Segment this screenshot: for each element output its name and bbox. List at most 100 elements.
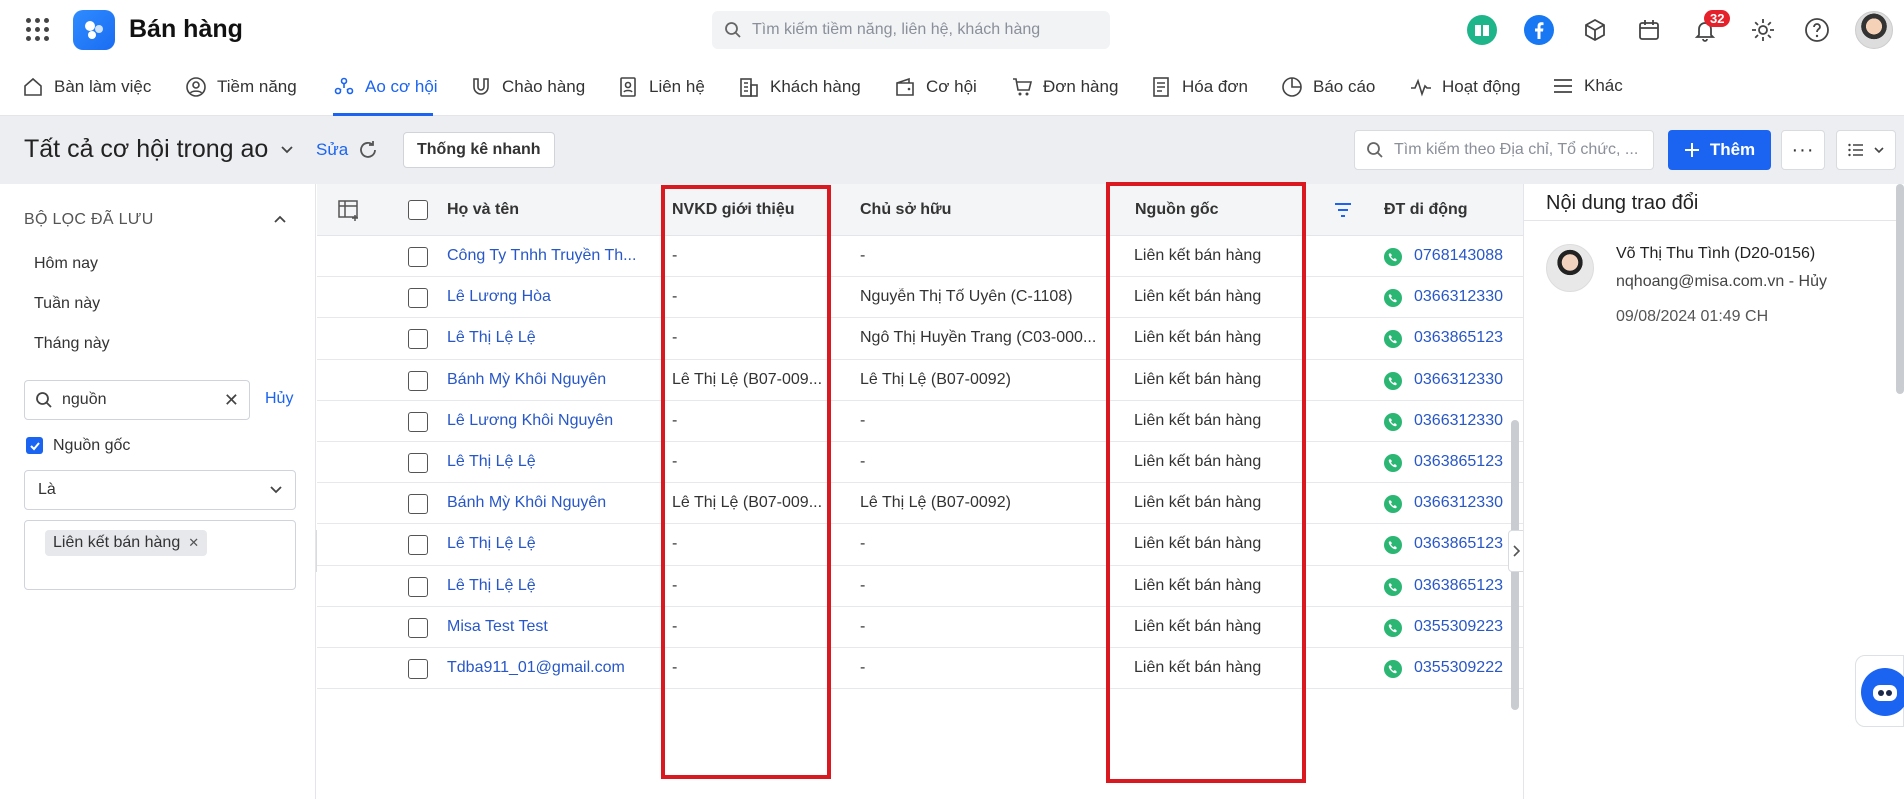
phone-icon[interactable] [1384, 660, 1402, 678]
pool-search-input[interactable] [1394, 141, 1649, 159]
facebook-icon[interactable] [1524, 15, 1554, 45]
table-row[interactable]: Lê Lương Hòa - Nguyễn Thị Tố Uyên (C-1108)… [317, 277, 1523, 319]
more-actions-button[interactable]: ··· [1781, 130, 1825, 170]
phone-icon[interactable] [1384, 371, 1402, 390]
user-avatar[interactable] [1855, 11, 1893, 49]
row-checkbox[interactable] [408, 576, 428, 597]
cell-name[interactable]: Lê Thị Lệ Lệ [447, 453, 647, 471]
nav-item-customers[interactable]: Khách hàng [738, 76, 861, 98]
table-row[interactable]: Misa Test Test - - Liên kết bán hàng 0355309… [317, 607, 1523, 648]
filter-field-search[interactable]: ✕ [24, 380, 250, 420]
calendar-icon[interactable] [1634, 15, 1664, 45]
table-row[interactable]: Lê Thị Lệ Lệ - - Liên kết bán hàng 036386512… [317, 524, 1523, 566]
cell-name[interactable]: Lê Thị Lệ Lệ [447, 577, 647, 595]
refresh-icon[interactable] [357, 139, 379, 161]
cell-mobile[interactable]: 0363865123 [1414, 577, 1509, 595]
chevron-down-icon[interactable] [279, 142, 295, 158]
phone-icon[interactable] [1384, 536, 1402, 555]
saved-filter-item[interactable]: Tháng này [34, 335, 110, 353]
pool-search[interactable] [1354, 130, 1654, 170]
nav-item-invoices[interactable]: Hóa đơn [1150, 76, 1248, 98]
nav-item-leads[interactable]: Tiềm năng [185, 76, 297, 98]
row-checkbox[interactable] [408, 659, 428, 679]
cell-mobile[interactable]: 0363865123 [1414, 453, 1509, 471]
cancel-filter-link[interactable]: Hủy [265, 390, 293, 408]
app-logo[interactable] [73, 10, 115, 50]
book-icon[interactable] [1467, 15, 1497, 45]
nav-item-reports[interactable]: Báo cáo [1281, 76, 1375, 98]
nav-item-activities[interactable]: Hoạt động [1410, 76, 1520, 98]
collapse-right-panel-button[interactable] [1508, 530, 1524, 572]
table-row[interactable]: Lê Thị Lệ Lệ - Ngô Thị Huyền Trang (C03-00… [317, 318, 1523, 360]
saved-filter-item[interactable]: Tuần này [34, 295, 100, 313]
row-checkbox[interactable] [408, 494, 428, 515]
cell-name[interactable]: Bánh Mỳ Khôi Nguyên [447, 494, 647, 512]
view-mode-button[interactable] [1836, 130, 1896, 170]
cell-name[interactable]: Lê Lương Hòa [447, 288, 647, 306]
chevron-up-icon[interactable] [272, 211, 288, 227]
table-row[interactable]: Bánh Mỳ Khôi Nguyên Lê Thị Lệ (B07-009...… [317, 360, 1523, 401]
cell-name[interactable]: Bánh Mỳ Khôi Nguyên [447, 371, 647, 389]
edit-view-link[interactable]: Sửa [316, 140, 348, 160]
cell-mobile[interactable]: 0355309223 [1414, 618, 1509, 636]
app-grid-icon[interactable] [26, 18, 50, 42]
add-button[interactable]: Thêm [1668, 130, 1771, 170]
nav-item-offers[interactable]: Chào hàng [470, 76, 585, 98]
row-checkbox[interactable] [408, 247, 428, 267]
cell-name[interactable]: Misa Test Test [447, 618, 647, 636]
global-search[interactable] [712, 11, 1110, 49]
row-checkbox[interactable] [408, 329, 428, 350]
cell-mobile[interactable]: 0363865123 [1414, 329, 1509, 347]
cell-mobile[interactable]: 0363865123 [1414, 535, 1509, 553]
column-header-mobile[interactable]: ĐT di động [1384, 201, 1468, 219]
package-search-icon[interactable] [1580, 15, 1610, 45]
table-row[interactable]: Lê Lương Khôi Nguyên - - Liên kết bán hàng 0… [317, 401, 1523, 442]
remove-chip-icon[interactable]: ✕ [188, 535, 199, 551]
column-header-referrer[interactable]: NVKD giới thiệu [672, 201, 794, 219]
filter-value-box[interactable]: Liên kết bán hàng ✕ [24, 520, 296, 590]
cell-mobile[interactable]: 0768143088 [1414, 247, 1509, 265]
saved-filter-item[interactable]: Hôm nay [34, 255, 98, 273]
filter-field-search-input[interactable] [62, 391, 212, 409]
nav-item-contacts[interactable]: Liên hệ [617, 76, 705, 98]
row-checkbox[interactable] [408, 411, 428, 432]
column-settings-icon[interactable] [337, 198, 361, 222]
quick-stats-button[interactable]: Thống kê nhanh [403, 132, 555, 168]
table-row[interactable]: Tdba911_01@gmail.com - - Liên kết bán hàng 0… [317, 648, 1523, 690]
field-checkbox[interactable] [26, 437, 43, 454]
row-checkbox[interactable] [408, 617, 428, 638]
nav-item-workspace[interactable]: Bàn làm việc [22, 76, 151, 98]
phone-icon[interactable] [1384, 412, 1402, 431]
select-all-checkbox[interactable] [408, 200, 428, 220]
cell-mobile[interactable]: 0366312330 [1414, 288, 1509, 306]
phone-icon[interactable] [1384, 618, 1402, 637]
phone-icon[interactable] [1384, 454, 1402, 472]
phone-icon[interactable] [1384, 495, 1402, 514]
nav-item-opportunity-pool[interactable]: Ao cơ hội [333, 76, 438, 98]
row-checkbox[interactable] [408, 535, 428, 556]
table-row[interactable]: Lê Thị Lệ Lệ - - Liên kết bán hàng 036386512… [317, 566, 1523, 607]
operator-select[interactable]: Là [24, 470, 296, 510]
global-search-input[interactable] [752, 21, 1092, 39]
table-row[interactable]: Công Ty Tnhh Truyền Th... - - Liên kết bán … [317, 236, 1523, 278]
panel-scrollbar[interactable] [1896, 184, 1904, 394]
row-checkbox[interactable] [408, 288, 428, 309]
help-icon[interactable] [1802, 15, 1832, 45]
column-header-name[interactable]: Họ và tên [447, 201, 519, 219]
column-header-source[interactable]: Nguồn gốc [1135, 201, 1219, 219]
cell-name[interactable]: Lê Thị Lệ Lệ [447, 535, 647, 553]
cell-name[interactable]: Tdba911_01@gmail.com [447, 659, 647, 677]
row-checkbox[interactable] [408, 453, 428, 473]
cell-mobile[interactable]: 0355309222 [1414, 659, 1509, 677]
gear-icon[interactable] [1748, 15, 1778, 45]
chatbot-icon[interactable] [1861, 668, 1904, 716]
cell-name[interactable]: Lê Thị Lệ Lệ [447, 329, 647, 347]
nav-item-opportunities[interactable]: Cơ hội [894, 76, 977, 98]
nav-item-more[interactable]: Khác [1552, 75, 1623, 97]
cell-mobile[interactable]: 0366312330 [1414, 412, 1509, 430]
phone-icon[interactable] [1384, 330, 1402, 349]
row-checkbox[interactable] [408, 370, 428, 391]
field-checkbox-label[interactable]: Nguồn gốc [53, 437, 130, 455]
clear-icon[interactable]: ✕ [224, 390, 239, 411]
cell-name[interactable]: Lê Lương Khôi Nguyên [447, 412, 647, 430]
